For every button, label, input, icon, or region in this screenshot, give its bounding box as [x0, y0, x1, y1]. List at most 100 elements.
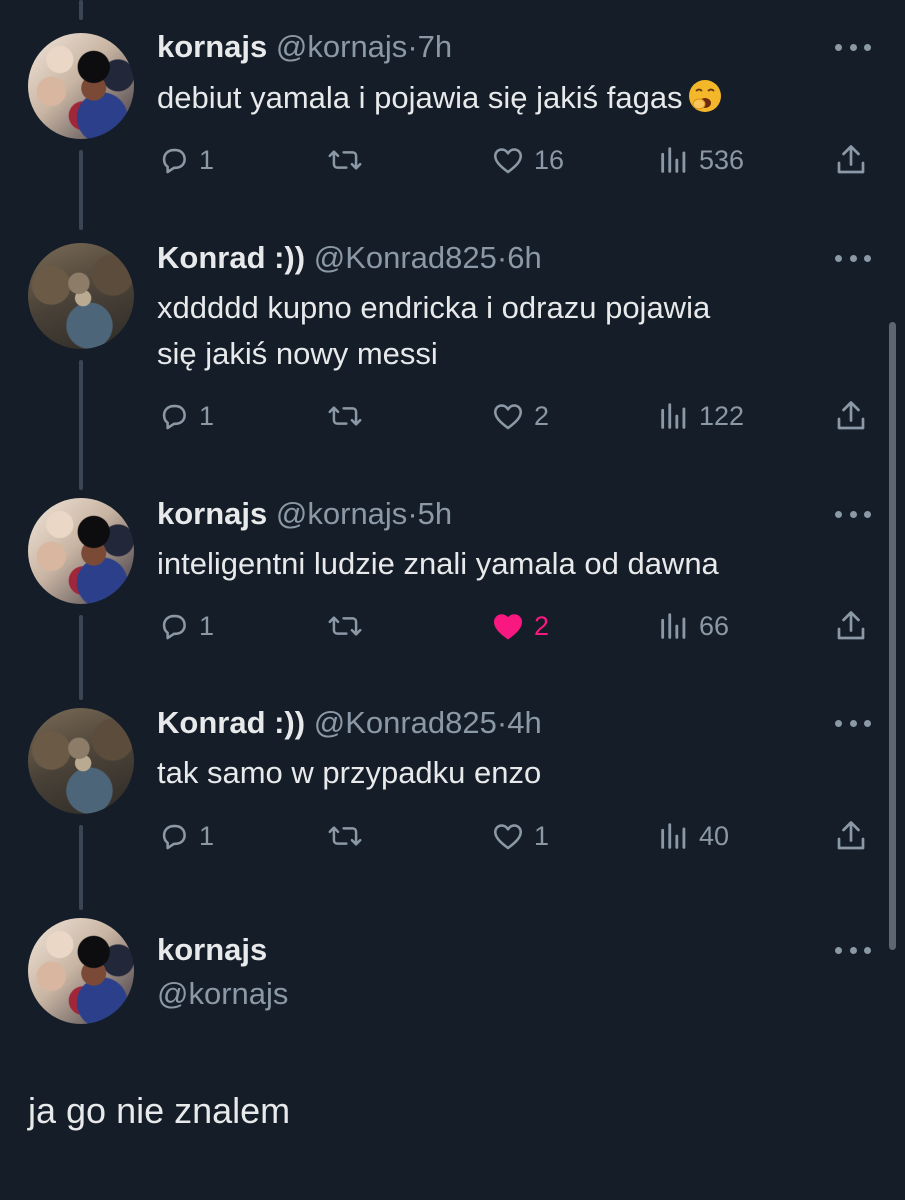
views-button[interactable]: 122: [657, 396, 744, 436]
heart-icon: [493, 404, 523, 430]
reply-button[interactable]: 1: [157, 140, 214, 180]
tweet-text: tak samo w przypadku enzo: [157, 750, 541, 796]
more-options-icon[interactable]: [835, 508, 871, 520]
tweet-text: debiut yamala i pojawia się jakiś fagas: [157, 75, 723, 127]
share-button[interactable]: [833, 396, 869, 436]
views-count: 66: [699, 610, 730, 641]
reply-button[interactable]: 1: [157, 396, 214, 436]
repost-icon: [328, 150, 362, 170]
reply-count: 1: [199, 610, 215, 641]
views-chart-icon: [661, 147, 686, 173]
thread-line: [79, 0, 83, 20]
reply-count: 1: [199, 144, 215, 175]
reply-icon: [162, 614, 186, 640]
tweet-header: Konrad :)) @Konrad825·6h: [157, 238, 542, 278]
tweet-actions: 1 2 66: [157, 606, 877, 646]
author-name[interactable]: kornajs: [157, 496, 267, 531]
author-name[interactable]: Konrad :)): [157, 705, 305, 740]
author-handle[interactable]: @Konrad825: [314, 705, 497, 740]
author-name[interactable]: kornajs: [157, 29, 267, 64]
avatar[interactable]: [28, 918, 134, 1024]
timestamp[interactable]: 7h: [418, 29, 452, 64]
heart-icon: [493, 824, 523, 850]
views-button[interactable]: 66: [657, 606, 729, 646]
heart-icon: [493, 148, 523, 174]
author-handle[interactable]: @kornajs: [276, 496, 407, 531]
thread-line: [79, 150, 83, 230]
views-chart-icon: [661, 403, 686, 429]
like-count: 2: [534, 400, 550, 431]
like-count: 16: [534, 144, 565, 175]
tweet-text-content: tak samo w przypadku enzo: [157, 755, 542, 790]
like-count: 1: [534, 820, 550, 851]
share-icon: [837, 401, 865, 430]
share-icon: [837, 145, 865, 174]
reply-icon: [162, 404, 186, 430]
tweet-header: kornajs @kornajs·7h: [157, 27, 452, 67]
views-count: 536: [699, 144, 745, 175]
tweet-text-content: debiut yamala i pojawia się jakiś fagas: [157, 80, 683, 115]
more-options-icon[interactable]: [835, 717, 871, 729]
tweet-text: inteligentni ludzie znali yamala od dawn…: [157, 541, 719, 587]
thread-line: [79, 825, 83, 910]
author-handle[interactable]: @Konrad825: [314, 240, 497, 275]
repost-button[interactable]: [327, 140, 363, 180]
avatar[interactable]: [28, 243, 134, 349]
tweet-text: xddddd kupno endricka i odrazu pojawia s…: [157, 285, 710, 377]
repost-icon: [328, 406, 362, 426]
tweet-header: kornajs @kornajs·5h: [157, 494, 452, 534]
avatar[interactable]: [28, 708, 134, 814]
author-name[interactable]: kornajs: [157, 930, 267, 970]
separator: ·: [496, 705, 508, 740]
reply-icon: [162, 148, 186, 174]
share-button[interactable]: [833, 606, 869, 646]
scrollbar[interactable]: [889, 322, 896, 950]
more-options-icon[interactable]: [835, 944, 871, 956]
author-name[interactable]: Konrad :)): [157, 240, 305, 275]
avatar[interactable]: [28, 498, 134, 604]
like-button[interactable]: 16: [490, 140, 564, 180]
timestamp[interactable]: 5h: [418, 496, 452, 531]
repost-button[interactable]: [327, 816, 363, 856]
tweet-actions: 1 16 536: [157, 140, 877, 180]
repost-icon: [328, 616, 362, 636]
reply-icon: [162, 824, 186, 850]
like-button[interactable]: 2: [490, 396, 549, 436]
avatar[interactable]: [28, 33, 134, 139]
separator: ·: [496, 240, 508, 275]
share-button[interactable]: [833, 816, 869, 856]
share-icon: [837, 611, 865, 640]
reply-count: 1: [199, 400, 215, 431]
like-button[interactable]: 1: [490, 816, 549, 856]
tweet-text: ja go nie znalem: [28, 1090, 291, 1131]
repost-icon: [328, 826, 362, 846]
heart-filled-icon: [493, 614, 523, 640]
tweet-header: Konrad :)) @Konrad825·4h: [157, 703, 542, 743]
views-button[interactable]: 40: [657, 816, 729, 856]
views-chart-icon: [661, 613, 686, 639]
reply-button[interactable]: 1: [157, 606, 214, 646]
reply-button[interactable]: 1: [157, 816, 214, 856]
tweet-text-line: się jakiś nowy messi: [157, 336, 438, 371]
tweet-actions: 1 2 122: [157, 396, 877, 436]
more-options-icon[interactable]: [835, 41, 871, 53]
separator: ·: [407, 29, 418, 64]
separator: ·: [407, 496, 418, 531]
repost-button[interactable]: [327, 606, 363, 646]
thread-line: [79, 360, 83, 490]
author-handle[interactable]: @kornajs: [276, 29, 407, 64]
tweet-text-content: inteligentni ludzie znali yamala od dawn…: [157, 546, 719, 581]
timestamp[interactable]: 4h: [507, 705, 541, 740]
more-options-icon[interactable]: [835, 252, 871, 264]
conversation-thread: kornajs @kornajs·7h debiut yamala i poja…: [0, 0, 905, 1200]
thread-line: [79, 615, 83, 700]
share-icon: [837, 821, 865, 850]
tweet-actions: 1 1 40: [157, 816, 877, 856]
repost-button[interactable]: [327, 396, 363, 436]
views-button[interactable]: 536: [657, 140, 744, 180]
author-handle[interactable]: @kornajs: [157, 974, 288, 1014]
share-button[interactable]: [833, 140, 869, 180]
views-chart-icon: [661, 823, 686, 849]
timestamp[interactable]: 6h: [507, 240, 541, 275]
like-button[interactable]: 2: [490, 606, 549, 646]
